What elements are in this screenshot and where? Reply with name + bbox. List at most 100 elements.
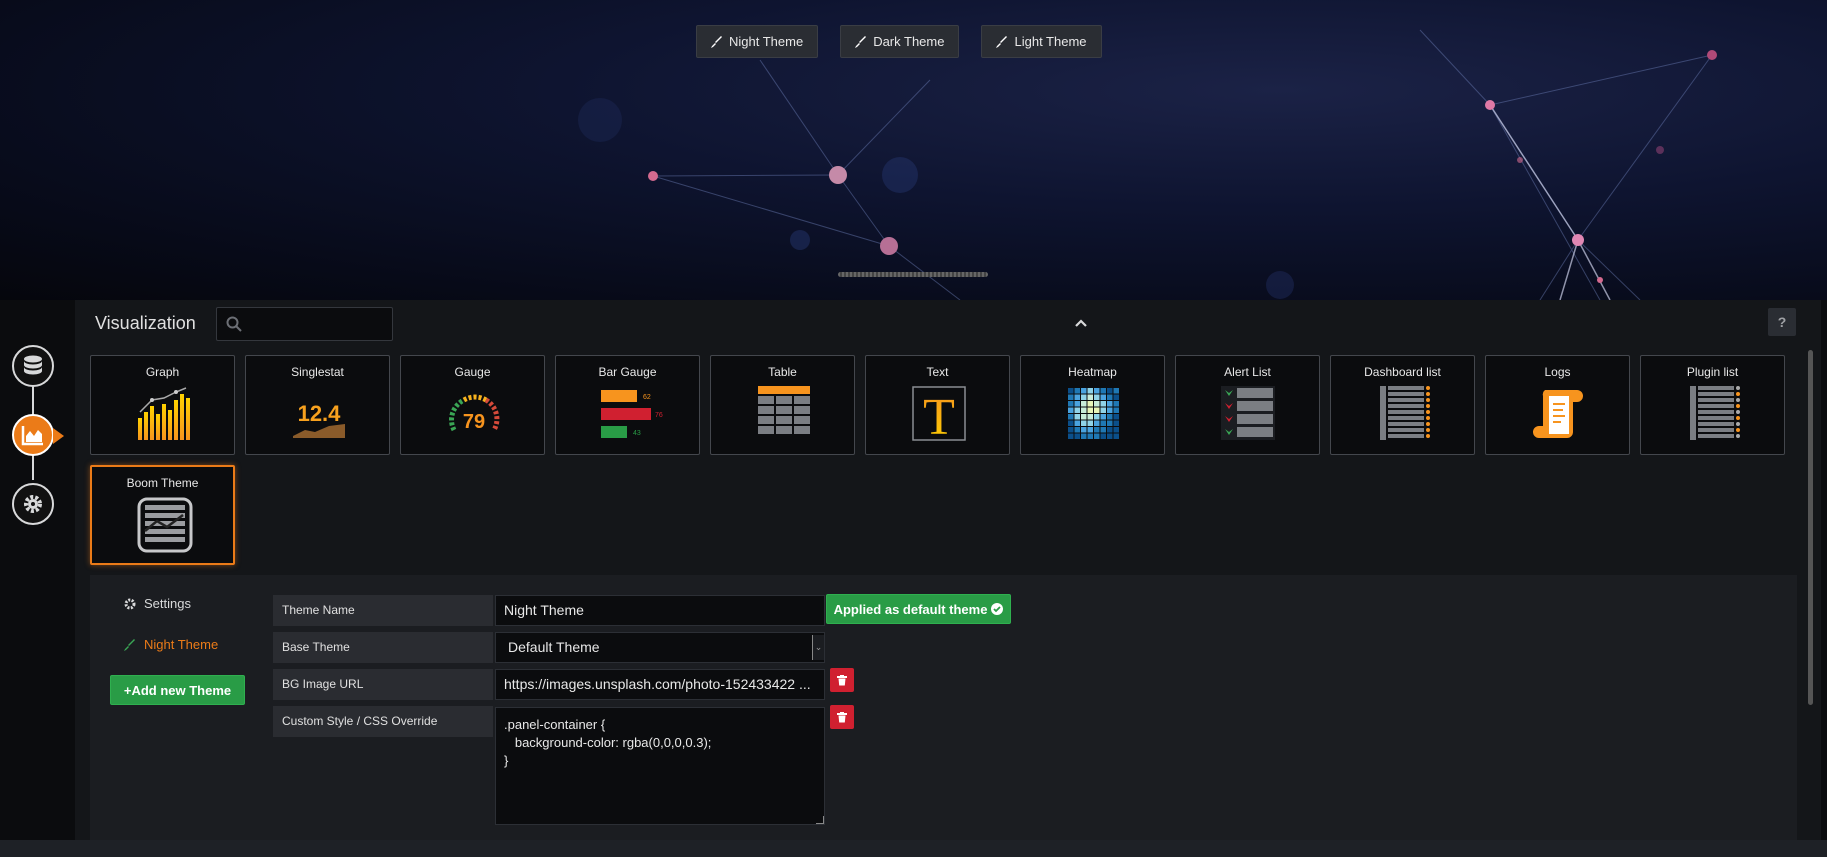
- heatmap-cell: [1094, 420, 1100, 426]
- panel-editor: Visualization ? Graph Singlestat 12.4 Ga…: [75, 300, 1821, 840]
- dark-theme-button[interactable]: Dark Theme: [840, 25, 960, 58]
- heatmap-cell: [1081, 420, 1087, 426]
- base-theme-label: Base Theme: [273, 632, 493, 663]
- heatmap-cell: [1113, 407, 1119, 413]
- singlestat-icon: 12.4: [293, 401, 345, 438]
- applied-default-theme-label: Applied as default theme: [833, 601, 988, 617]
- viz-card-bar-gauge[interactable]: Bar Gauge 62 76 43: [555, 355, 700, 455]
- bar-gauge-value: 43: [633, 430, 641, 437]
- general-settings-nav-button[interactable]: [12, 483, 54, 525]
- viz-card-label: Singlestat: [291, 365, 344, 379]
- viz-card-dashboard-list[interactable]: Dashboard list: [1330, 355, 1475, 455]
- delete-bg-image-button[interactable]: [830, 668, 854, 692]
- custom-css-label: Custom Style / CSS Override: [273, 706, 493, 737]
- heatmap-cell: [1094, 388, 1100, 394]
- viz-card-logs[interactable]: Logs: [1485, 355, 1630, 455]
- night-theme-button[interactable]: Night Theme: [696, 25, 819, 58]
- heatmap-cell: [1081, 427, 1087, 433]
- heatmap-cell: [1107, 414, 1113, 420]
- boom-theme-icon: [137, 497, 193, 553]
- heatmap-cell: [1113, 433, 1119, 439]
- viz-card-label: Plugin list: [1686, 365, 1739, 379]
- heatmap-cell: [1087, 407, 1093, 413]
- editor-scrollbar[interactable]: [1808, 350, 1813, 705]
- viz-card-gauge[interactable]: Gauge 79: [400, 355, 545, 455]
- heatmap-cell: [1113, 427, 1119, 433]
- heatmap-cell: [1100, 401, 1106, 407]
- viz-card-table[interactable]: Table: [710, 355, 855, 455]
- settings-tab-label: Settings: [144, 596, 191, 611]
- base-theme-select[interactable]: Default Theme ⌄: [495, 632, 825, 663]
- heatmap-cell: [1074, 433, 1080, 439]
- heatmap-cell: [1074, 414, 1080, 420]
- heatmap-cell: [1087, 388, 1093, 394]
- viz-card-label: Dashboard list: [1364, 365, 1441, 379]
- heatmap-cell: [1107, 401, 1113, 407]
- logs-icon: [1533, 390, 1583, 438]
- viz-card-heatmap[interactable]: Heatmap: [1020, 355, 1165, 455]
- viz-card-label: Logs: [1544, 365, 1571, 379]
- visualization-nav-button[interactable]: [12, 414, 64, 456]
- heatmap-cell: [1107, 394, 1113, 400]
- bg-image-url-input[interactable]: https://images.unsplash.com/photo-152433…: [495, 669, 825, 700]
- heatmap-cell: [1087, 414, 1093, 420]
- heatmap-cell: [1081, 388, 1087, 394]
- settings-tab[interactable]: Settings: [124, 596, 191, 611]
- bar-gauge-value: 76: [655, 412, 663, 419]
- heatmap-cell: [1068, 388, 1074, 394]
- check-circle-icon: [991, 603, 1004, 615]
- textarea-resize-grip[interactable]: [816, 816, 824, 824]
- heatmap-cell: [1107, 433, 1113, 439]
- heatmap-cell: [1087, 427, 1093, 433]
- viz-card-label: Text: [926, 365, 949, 379]
- bg-image-url-label: BG Image URL: [273, 669, 493, 700]
- heatmap-cell: [1068, 433, 1074, 439]
- help-button[interactable]: ?: [1768, 308, 1796, 336]
- visualization-search-input[interactable]: [216, 307, 393, 341]
- viz-card-label: Heatmap: [1068, 365, 1117, 379]
- heatmap-cell: [1100, 407, 1106, 413]
- heatmap-cell: [1068, 420, 1074, 426]
- add-new-theme-button[interactable]: +Add new Theme: [110, 675, 245, 705]
- viz-card-singlestat[interactable]: Singlestat 12.4: [245, 355, 390, 455]
- applied-default-theme-button[interactable]: Applied as default theme: [826, 594, 1011, 624]
- viz-card-boom-theme[interactable]: Boom Theme: [90, 465, 235, 565]
- heatmap-cell: [1068, 401, 1074, 407]
- heatmap-cell: [1100, 394, 1106, 400]
- heatmap-cell: [1081, 433, 1087, 439]
- database-icon: [24, 355, 42, 375]
- heatmap-cell: [1068, 414, 1074, 420]
- panel-resize-handle[interactable]: [838, 272, 988, 277]
- viz-card-label: Alert List: [1224, 365, 1271, 379]
- viz-card-text[interactable]: Text T: [865, 355, 1010, 455]
- heatmap-cell: [1068, 394, 1074, 400]
- heatmap-cell: [1068, 427, 1074, 433]
- text-icon-glyph: T: [923, 389, 955, 442]
- viz-card-plugin-list[interactable]: Plugin list: [1640, 355, 1785, 455]
- viz-card-graph[interactable]: Graph: [90, 355, 235, 455]
- custom-css-textarea[interactable]: .panel-container { background-color: rgb…: [495, 707, 825, 825]
- chevron-down-icon: ⌄: [812, 635, 824, 660]
- night-theme-tab-label: Night Theme: [144, 637, 219, 652]
- night-theme-label: Night Theme: [729, 34, 804, 49]
- heatmap-cell: [1087, 420, 1093, 426]
- bar-gauge-value: 62: [643, 394, 651, 401]
- heatmap-cell: [1094, 401, 1100, 407]
- queries-nav-button[interactable]: [12, 345, 54, 387]
- trash-icon: [837, 674, 847, 685]
- heatmap-cell: [1094, 407, 1100, 413]
- light-theme-button[interactable]: Light Theme: [981, 25, 1102, 58]
- text-icon: T: [912, 386, 966, 442]
- gear-icon: [124, 598, 136, 609]
- viz-card-label: Boom Theme: [126, 476, 199, 490]
- collapse-chevron-up-icon[interactable]: [1071, 315, 1091, 333]
- alert-list-icon: [1221, 386, 1275, 440]
- theme-name-input[interactable]: Night Theme: [495, 595, 825, 626]
- night-theme-tab[interactable]: Night Theme: [124, 637, 218, 652]
- delete-custom-css-button[interactable]: [830, 705, 854, 729]
- viz-card-alert-list[interactable]: Alert List: [1175, 355, 1320, 455]
- gauge-icon: 79: [449, 394, 500, 433]
- heatmap-cell: [1094, 427, 1100, 433]
- heatmap-cell: [1107, 407, 1113, 413]
- heatmap-cell: [1081, 414, 1087, 420]
